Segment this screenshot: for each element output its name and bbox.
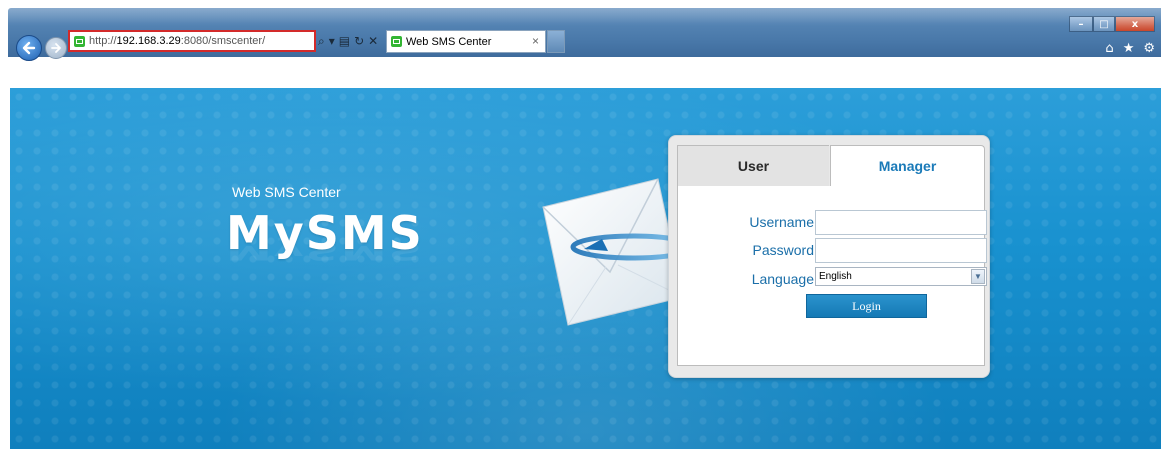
address-bar[interactable]: http://192.168.3.29:8080/smscenter/ [68, 30, 316, 52]
window-controls: – □ x [1069, 16, 1155, 32]
language-label: Language [751, 271, 814, 287]
address-bar-tools: ⌕ ▾ ▤ ↻ ✕ [318, 32, 378, 50]
stop-icon[interactable]: ✕ [368, 34, 378, 48]
password-input[interactable] [815, 238, 987, 263]
browser-chrome: – □ x ⌂ ★ ⚙ http://192.168.3.29:8080/sms… [0, 0, 1161, 64]
tab-manager[interactable]: Manager [830, 145, 985, 186]
tab-favicon-icon [391, 36, 402, 47]
username-row: Username [678, 210, 987, 236]
site-subtitle: Web SMS Center [232, 184, 341, 200]
login-button[interactable]: Login [806, 294, 927, 318]
url-path: :8080/smscenter/ [180, 35, 266, 47]
compatibility-view-icon[interactable]: ▤ [339, 34, 350, 48]
chevron-down-icon[interactable]: ▾ [329, 34, 335, 48]
login-form: Username Password Language English ▼ Log… [677, 186, 987, 366]
new-tab-button[interactable] [547, 30, 565, 53]
close-icon: x [1131, 18, 1139, 30]
back-button[interactable] [16, 35, 42, 61]
tab-title: Web SMS Center [406, 35, 492, 48]
maximize-icon: □ [1099, 18, 1109, 30]
back-arrow-icon [22, 41, 36, 55]
minimize-icon: – [1078, 18, 1084, 30]
favorites-star-icon[interactable]: ★ [1123, 41, 1135, 56]
chevron-down-icon[interactable]: ▼ [971, 269, 985, 284]
language-selected-value: English [819, 271, 852, 282]
forward-button[interactable] [45, 37, 67, 59]
username-label: Username [749, 214, 814, 230]
url-prefix: http:// [89, 35, 117, 47]
language-select[interactable]: English ▼ [815, 267, 987, 286]
browser-tab[interactable]: Web SMS Center × [386, 30, 546, 53]
password-row: Password [678, 238, 987, 264]
password-label: Password [752, 242, 814, 258]
tab-close-icon[interactable]: × [532, 34, 539, 48]
close-window-button[interactable]: x [1115, 16, 1155, 32]
search-icon[interactable]: ⌕ [318, 34, 325, 49]
username-input[interactable] [815, 210, 987, 235]
login-panel: User Manager Username Password Language … [668, 135, 990, 378]
maximize-button[interactable]: □ [1093, 16, 1115, 32]
url-host: 192.168.3.29 [116, 35, 181, 47]
refresh-icon[interactable]: ↻ [354, 34, 364, 48]
language-row: Language English ▼ [678, 267, 987, 293]
tab-user[interactable]: User [677, 145, 829, 186]
login-banner: Web SMS Center MySMS MySMS User Manager … [10, 88, 1161, 449]
tools-gear-icon[interactable]: ⚙ [1143, 41, 1155, 56]
url-text[interactable]: http://192.168.3.29:8080/smscenter/ [89, 35, 265, 47]
brand-logo-reflection: MySMS [226, 236, 424, 266]
home-icon[interactable]: ⌂ [1105, 41, 1113, 56]
forward-arrow-icon [51, 43, 61, 53]
minimize-button[interactable]: – [1069, 16, 1093, 32]
page-favicon-icon [74, 35, 85, 47]
browser-tools: ⌂ ★ ⚙ [1105, 41, 1155, 56]
